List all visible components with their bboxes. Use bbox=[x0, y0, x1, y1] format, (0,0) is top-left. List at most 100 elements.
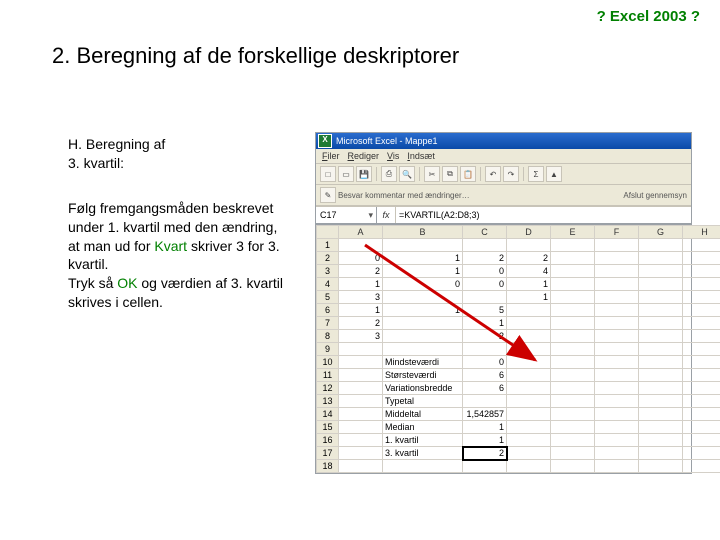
cell[interactable] bbox=[683, 291, 720, 304]
cell[interactable] bbox=[683, 304, 720, 317]
cell[interactable] bbox=[683, 369, 720, 382]
cell-value[interactable]: 0 bbox=[463, 356, 507, 369]
cell[interactable] bbox=[595, 395, 639, 408]
cell-value[interactable]: 1 bbox=[463, 421, 507, 434]
cell-label[interactable]: Middeltal bbox=[383, 408, 463, 421]
menu-rediger[interactable]: Rediger bbox=[348, 151, 380, 161]
menu-indsaet[interactable]: Indsæt bbox=[407, 151, 435, 161]
cell[interactable]: 2 bbox=[339, 265, 383, 278]
row-header[interactable]: 3 bbox=[317, 265, 339, 278]
row-header[interactable]: 8 bbox=[317, 330, 339, 343]
row-header[interactable]: 9 bbox=[317, 343, 339, 356]
cell[interactable] bbox=[551, 291, 595, 304]
cell[interactable] bbox=[595, 317, 639, 330]
cell[interactable]: 2 bbox=[463, 330, 507, 343]
cell[interactable] bbox=[551, 265, 595, 278]
row-header[interactable]: 12 bbox=[317, 382, 339, 395]
autosum-icon[interactable]: Σ bbox=[528, 166, 544, 182]
cell-value[interactable]: 1 bbox=[463, 434, 507, 447]
cell[interactable] bbox=[639, 395, 683, 408]
cell[interactable] bbox=[639, 408, 683, 421]
cell-value[interactable]: 6 bbox=[463, 369, 507, 382]
cell[interactable] bbox=[595, 434, 639, 447]
cell[interactable] bbox=[595, 460, 639, 473]
cell[interactable] bbox=[507, 343, 551, 356]
cell[interactable] bbox=[507, 239, 551, 252]
cell[interactable]: 1 bbox=[383, 304, 463, 317]
open-icon[interactable]: ▭ bbox=[338, 166, 354, 182]
cell[interactable] bbox=[463, 343, 507, 356]
name-box-dropdown-icon[interactable]: ▾ bbox=[365, 210, 376, 221]
cell[interactable] bbox=[383, 343, 463, 356]
cell-value[interactable] bbox=[463, 460, 507, 473]
fx-icon[interactable]: fx bbox=[377, 207, 396, 223]
cell-label[interactable]: 3. kvartil bbox=[383, 447, 463, 460]
cell-label[interactable]: Typetal bbox=[383, 395, 463, 408]
sort-asc-icon[interactable]: ▲ bbox=[546, 166, 562, 182]
cell[interactable] bbox=[639, 369, 683, 382]
cell[interactable] bbox=[595, 291, 639, 304]
cell[interactable] bbox=[595, 447, 639, 460]
cell[interactable] bbox=[339, 447, 383, 460]
cell[interactable] bbox=[507, 382, 551, 395]
row-header[interactable]: 2 bbox=[317, 252, 339, 265]
cell[interactable] bbox=[639, 343, 683, 356]
cell[interactable]: 2 bbox=[463, 252, 507, 265]
cell[interactable] bbox=[595, 265, 639, 278]
cell[interactable] bbox=[551, 278, 595, 291]
row-header[interactable]: 7 bbox=[317, 317, 339, 330]
cell[interactable] bbox=[639, 460, 683, 473]
cell[interactable] bbox=[551, 447, 595, 460]
cell[interactable] bbox=[595, 304, 639, 317]
cell[interactable] bbox=[507, 369, 551, 382]
row-header[interactable]: 10 bbox=[317, 356, 339, 369]
menu-vis[interactable]: Vis bbox=[387, 151, 399, 161]
cell[interactable] bbox=[339, 460, 383, 473]
save-icon[interactable]: 💾 bbox=[356, 166, 372, 182]
cell[interactable] bbox=[383, 239, 463, 252]
cell[interactable] bbox=[595, 382, 639, 395]
cell[interactable] bbox=[507, 304, 551, 317]
cell[interactable] bbox=[463, 291, 507, 304]
cell[interactable] bbox=[339, 343, 383, 356]
select-all-corner[interactable] bbox=[317, 226, 339, 239]
cell[interactable] bbox=[683, 408, 720, 421]
cell[interactable] bbox=[683, 421, 720, 434]
cell-value[interactable]: 6 bbox=[463, 382, 507, 395]
row-header[interactable]: 6 bbox=[317, 304, 339, 317]
cell[interactable]: 1 bbox=[383, 252, 463, 265]
col-E[interactable]: E bbox=[551, 226, 595, 239]
preview-icon[interactable]: 🔍 bbox=[399, 166, 415, 182]
cell[interactable] bbox=[639, 434, 683, 447]
cell[interactable] bbox=[595, 252, 639, 265]
name-box[interactable]: C17 ▾ bbox=[316, 207, 377, 223]
paste-icon[interactable]: 📋 bbox=[460, 166, 476, 182]
cell[interactable] bbox=[507, 434, 551, 447]
cell-value[interactable]: 1,542857 bbox=[463, 408, 507, 421]
cell[interactable]: 1 bbox=[339, 304, 383, 317]
cell-label[interactable]: Median bbox=[383, 421, 463, 434]
cell[interactable] bbox=[639, 356, 683, 369]
cell[interactable] bbox=[383, 291, 463, 304]
cell[interactable] bbox=[683, 382, 720, 395]
cell[interactable] bbox=[639, 239, 683, 252]
cell[interactable] bbox=[383, 330, 463, 343]
cell[interactable] bbox=[507, 447, 551, 460]
cell[interactable] bbox=[339, 239, 383, 252]
cell[interactable] bbox=[463, 239, 507, 252]
copy-icon[interactable]: ⧉ bbox=[442, 166, 458, 182]
cell[interactable] bbox=[639, 317, 683, 330]
cell[interactable]: 0 bbox=[463, 278, 507, 291]
cell-label[interactable] bbox=[383, 460, 463, 473]
row-header[interactable]: 4 bbox=[317, 278, 339, 291]
cell[interactable]: 1 bbox=[507, 278, 551, 291]
cell[interactable] bbox=[551, 434, 595, 447]
cell[interactable] bbox=[683, 252, 720, 265]
cell[interactable]: 1 bbox=[339, 278, 383, 291]
cell[interactable] bbox=[595, 343, 639, 356]
cell[interactable] bbox=[339, 395, 383, 408]
cell[interactable] bbox=[551, 356, 595, 369]
cell[interactable] bbox=[507, 356, 551, 369]
cell[interactable] bbox=[639, 421, 683, 434]
cell[interactable]: 1 bbox=[383, 265, 463, 278]
